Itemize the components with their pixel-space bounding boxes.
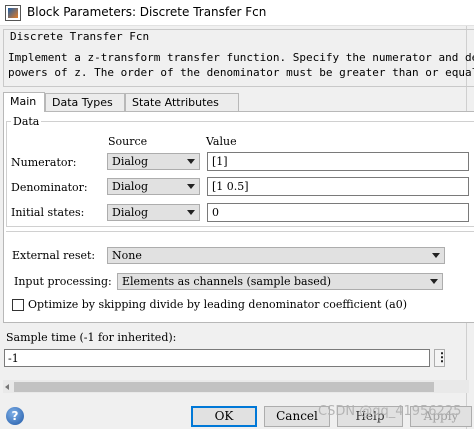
denominator-source-dropdown[interactable]: Dialog	[107, 178, 200, 195]
numerator-source-dropdown[interactable]: Dialog	[107, 153, 200, 170]
chevron-down-icon	[432, 253, 440, 258]
separator	[6, 231, 474, 232]
help-icon[interactable]: ?	[6, 407, 24, 425]
tab-data-types[interactable]: Data Types	[45, 93, 125, 111]
tab-strip: Main Data Types State Attributes	[3, 92, 474, 112]
chevron-down-icon	[187, 159, 195, 164]
value-column-header: Value	[206, 135, 237, 148]
denominator-label: Denominator:	[11, 181, 88, 194]
source-column-header: Source	[108, 135, 148, 148]
simulink-block-icon	[5, 5, 21, 21]
window-title: Block Parameters: Discrete Transfer Fcn	[27, 5, 267, 19]
input-processing-label: Input processing:	[14, 275, 112, 288]
numerator-field[interactable]: [1]	[207, 152, 469, 171]
numerator-label: Numerator:	[11, 156, 77, 169]
data-group-label: Data	[11, 115, 42, 128]
external-reset-value: None	[112, 249, 142, 262]
sample-time-field[interactable]: -1	[4, 349, 430, 367]
denominator-field[interactable]: [1 0.5]	[207, 177, 469, 196]
sample-time-label: Sample time (-1 for inherited):	[6, 331, 177, 344]
block-group-label: Discrete Transfer Fcn	[8, 30, 152, 43]
tab-state-attributes[interactable]: State Attributes	[125, 93, 239, 111]
initial-states-label: Initial states:	[11, 206, 85, 219]
watermark: CSDN @qq_41956225	[318, 404, 462, 419]
ok-button[interactable]: OK	[191, 406, 257, 427]
optimize-checkbox[interactable]	[12, 299, 24, 311]
tab-main[interactable]: Main	[3, 92, 45, 112]
description-line-2: powers of z. The order of the denominato…	[8, 66, 474, 79]
external-reset-dropdown[interactable]: None	[107, 247, 445, 264]
chevron-down-icon	[187, 210, 195, 215]
description-line-1: Implement a z-transform transfer functio…	[8, 51, 474, 64]
initial-states-field[interactable]: 0	[207, 203, 469, 222]
block-description: Implement a z-transform transfer functio…	[8, 50, 474, 80]
input-processing-dropdown[interactable]: Elements as channels (sample based)	[117, 273, 443, 290]
initial-states-source-dropdown[interactable]: Dialog	[107, 204, 200, 221]
chevron-down-icon	[187, 184, 195, 189]
scroll-left-icon[interactable]	[4, 382, 12, 392]
optimize-checkbox-label: Optimize by skipping divide by leading d…	[28, 298, 408, 311]
input-processing-value: Elements as channels (sample based)	[122, 275, 332, 288]
initial-states-source-value: Dialog	[112, 206, 149, 219]
sample-time-options-icon[interactable]	[434, 349, 448, 367]
external-reset-label: External reset:	[12, 249, 96, 262]
denominator-source-value: Dialog	[112, 180, 149, 193]
numerator-source-value: Dialog	[112, 155, 149, 168]
chevron-down-icon	[430, 279, 438, 284]
scrollbar-thumb[interactable]	[14, 382, 434, 392]
